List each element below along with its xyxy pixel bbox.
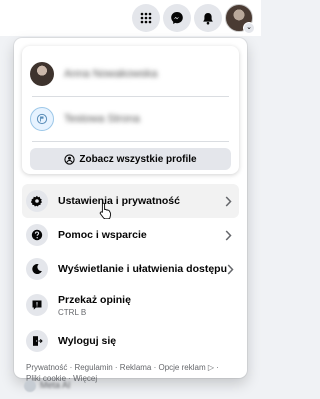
account-menu-panel: Anna Nowakowska Testowa Strona Zobacz ws… (14, 38, 247, 383)
menu-item-logout[interactable]: Wyloguj się (22, 324, 239, 358)
menu-item-label: Pomoc i wsparcie (58, 229, 147, 241)
menu-grid-button[interactable] (132, 4, 160, 32)
footer-links-line-1[interactable]: Prywatność · Regulamin · Reklama · Opcje… (26, 362, 235, 373)
help-question-icon (26, 224, 48, 246)
profile-row-page[interactable]: Testowa Strona (30, 97, 231, 141)
moon-icon (26, 258, 48, 280)
account-chevron-down-icon[interactable]: ⌄ (243, 22, 255, 34)
notifications-bell-icon (203, 12, 213, 24)
menu-item-settings[interactable]: Ustawienia i prywatność (22, 184, 239, 218)
profiles-card: Anna Nowakowska Testowa Strona Zobacz ws… (22, 46, 239, 174)
keyboard-shortcut: CTRL B (58, 307, 87, 317)
menu-item-label: Wyświetlanie i ułatwienia dostępu (58, 263, 228, 275)
messenger-icon (171, 12, 183, 24)
meta-ai-icon (24, 380, 36, 392)
chevron-right-icon (227, 262, 234, 276)
page-flag-icon (36, 113, 48, 125)
menu-item-label: Wyloguj się (58, 335, 117, 347)
background-sidebar-item: Meta AI (40, 380, 71, 390)
mouse-pointer-hand-icon (99, 202, 112, 219)
top-navigation-bar: ⌄ (0, 0, 261, 36)
see-all-profiles-label: Zobacz wszystkie profile (79, 153, 197, 165)
menu-grid-icon (140, 12, 152, 24)
logout-door-icon (26, 330, 48, 352)
account-menu-list: Ustawienia i prywatność Pomoc i wsparcie (22, 184, 239, 358)
chevron-right-icon (223, 228, 233, 242)
page-avatar (30, 107, 54, 131)
profile-avatar (30, 62, 54, 86)
profile-row-personal[interactable]: Anna Nowakowska (30, 52, 231, 96)
messenger-button[interactable] (163, 4, 191, 32)
divider (32, 141, 229, 142)
see-all-profiles-button[interactable]: Zobacz wszystkie profile (30, 148, 231, 170)
notifications-button[interactable] (194, 4, 222, 32)
menu-item-help[interactable]: Pomoc i wsparcie (22, 218, 239, 252)
settings-gear-icon (26, 190, 48, 212)
profile-name: Testowa Strona (64, 113, 140, 125)
menu-item-label: Przekaż opinię (58, 293, 131, 306)
menu-item-feedback[interactable]: Przekaż opinię CTRL B (22, 286, 239, 324)
chevron-right-icon (223, 194, 233, 208)
profiles-icon (64, 153, 76, 165)
profile-name: Anna Nowakowska (64, 68, 158, 80)
feedback-icon (26, 294, 48, 316)
menu-item-label: Ustawienia i prywatność (58, 195, 180, 207)
menu-item-display-accessibility[interactable]: Wyświetlanie i ułatwienia dostępu (22, 252, 239, 286)
